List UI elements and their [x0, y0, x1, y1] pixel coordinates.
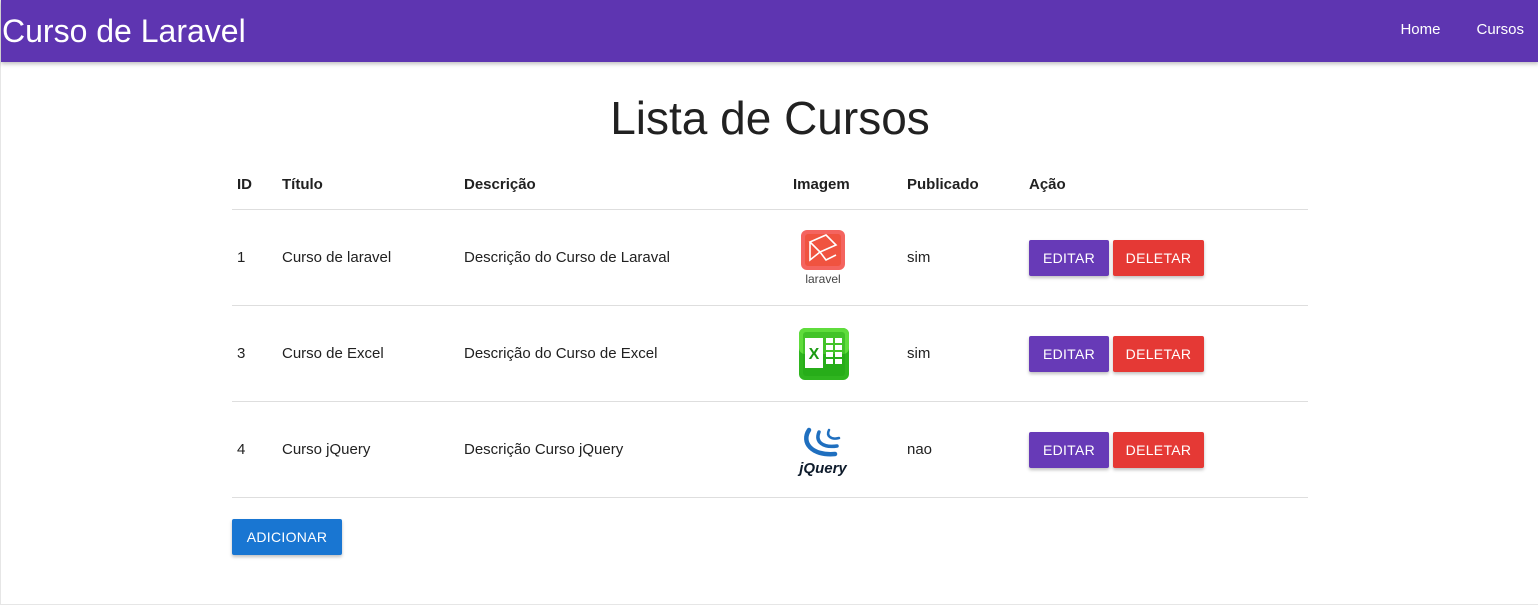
cell-id: 3	[232, 305, 277, 402]
cell-id: 1	[232, 209, 277, 306]
cell-actions: EDITAR DELETAR	[1024, 209, 1308, 306]
navbar: Curso de Laravel Home Cursos	[1, 0, 1538, 62]
nav-links: Home Cursos	[1400, 20, 1524, 40]
svg-text:laravel: laravel	[805, 272, 840, 286]
delete-button[interactable]: DELETAR	[1113, 335, 1204, 372]
table-header-row: ID Título Descrição Imagem Publicado Açã…	[232, 160, 1308, 210]
delete-button[interactable]: DELETAR	[1113, 431, 1204, 468]
laravel-logo-icon: laravel	[801, 229, 845, 286]
edit-button[interactable]: EDITAR	[1029, 431, 1109, 468]
excel-logo-icon: X	[799, 327, 849, 380]
cell-description: Descrição do Curso de Excel	[459, 305, 788, 402]
header-title: Título	[277, 160, 459, 210]
edit-button[interactable]: EDITAR	[1029, 335, 1109, 372]
edit-button[interactable]: EDITAR	[1029, 239, 1109, 276]
jquery-logo-icon: jQuery	[797, 427, 847, 477]
cell-image: X	[788, 305, 902, 402]
cell-description: Descrição do Curso de Laraval	[459, 209, 788, 306]
cell-published: nao	[902, 401, 1024, 498]
courses-table: ID Título Descrição Imagem Publicado Açã…	[232, 160, 1308, 498]
cell-id: 4	[232, 401, 277, 498]
cell-image: laravel	[788, 209, 902, 306]
nav-link-home[interactable]: Home	[1400, 20, 1440, 40]
cell-actions: EDITAR DELETAR	[1024, 401, 1308, 498]
add-button[interactable]: ADICIONAR	[232, 519, 342, 555]
table-row: 1 Curso de laravel Descrição do Curso de…	[232, 209, 1308, 306]
header-id: ID	[232, 160, 277, 210]
header-action: Ação	[1024, 160, 1308, 210]
header-published: Publicado	[902, 160, 1024, 210]
delete-button[interactable]: DELETAR	[1113, 239, 1204, 276]
nav-link-cursos[interactable]: Cursos	[1476, 20, 1524, 40]
cell-description: Descrição Curso jQuery	[459, 401, 788, 498]
cell-actions: EDITAR DELETAR	[1024, 305, 1308, 402]
cell-title: Curso de Excel	[277, 305, 459, 402]
svg-text:jQuery: jQuery	[797, 460, 847, 477]
cell-published: sim	[902, 305, 1024, 402]
table-row: 4 Curso jQuery Descrição Curso jQuery jQ…	[232, 401, 1308, 498]
cell-title: Curso jQuery	[277, 401, 459, 498]
cell-title: Curso de laravel	[277, 209, 459, 306]
header-image: Imagem	[788, 160, 902, 210]
page-title: Lista de Cursos	[610, 92, 930, 144]
brand-title[interactable]: Curso de Laravel	[2, 10, 246, 52]
cell-published: sim	[902, 209, 1024, 306]
table-row: 3 Curso de Excel Descrição do Curso de E…	[232, 305, 1308, 402]
cell-image: jQuery	[788, 401, 902, 498]
header-description: Descrição	[459, 160, 788, 210]
svg-text:X: X	[809, 346, 820, 363]
